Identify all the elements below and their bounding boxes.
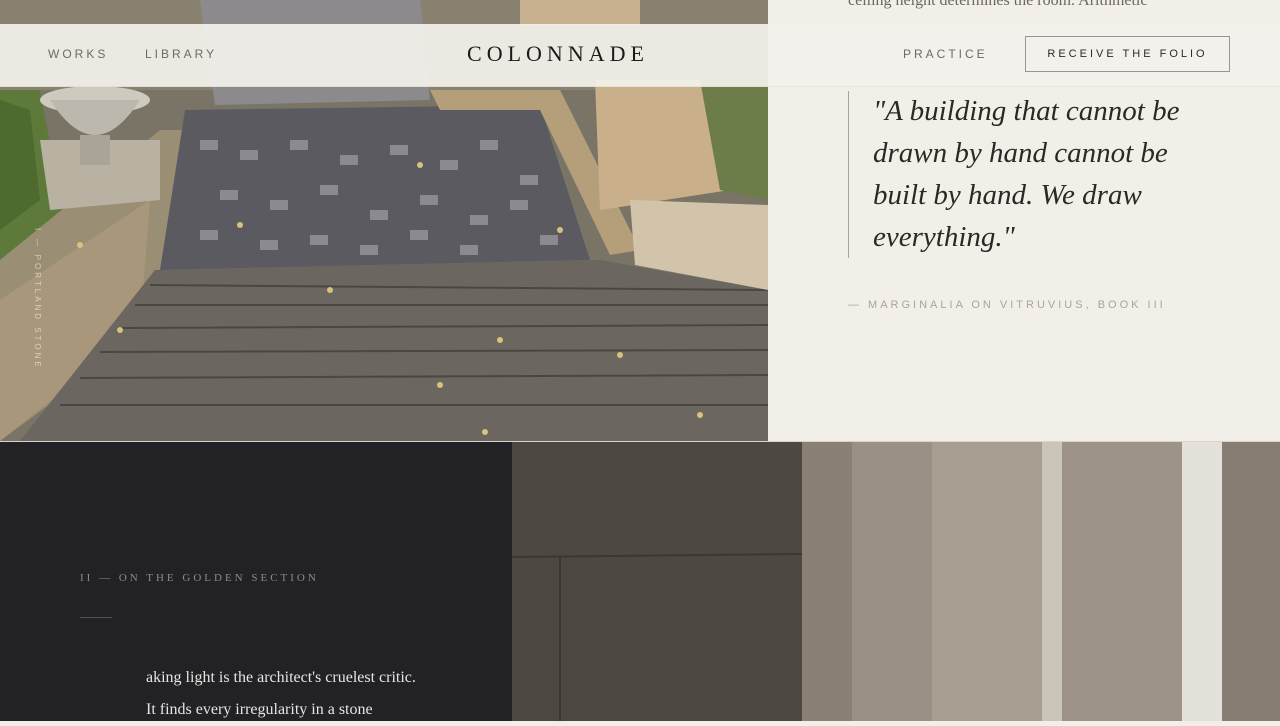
quote-rule (848, 91, 849, 258)
fluted-column-image (512, 442, 1280, 721)
chapter-body-line: aking light is the architect's cruelest … (146, 669, 416, 686)
chapter-body-line: It finds every irregularity in a stone (146, 701, 373, 718)
chapter-label: II — ON THE GOLDEN SECTION (80, 572, 319, 584)
chapter-body: aking light is the architect's cruelest … (146, 662, 466, 726)
site-header: WORKS LIBRARY COLONNADE PRACTICE RECEIVE… (0, 24, 1280, 87)
golden-section-block: II — ON THE GOLDEN SECTION aking light i… (0, 441, 1280, 721)
image-caption: I — PORTLAND STONE (33, 228, 42, 370)
pull-quote: "A building that cannot be drawn by hand… (873, 95, 1180, 253)
quote-citation: — MARGINALIA ON VITRUVIUS, BOOK III (848, 299, 1166, 311)
receive-folio-button[interactable]: RECEIVE THE FOLIO (1025, 36, 1230, 72)
chapter-divider (80, 617, 112, 618)
previous-paragraph-fragment: ceiling height determines the room. Arit… (848, 0, 1148, 9)
nav-practice[interactable]: PRACTICE (903, 47, 988, 61)
chapter-panel: II — ON THE GOLDEN SECTION aking light i… (0, 442, 512, 721)
